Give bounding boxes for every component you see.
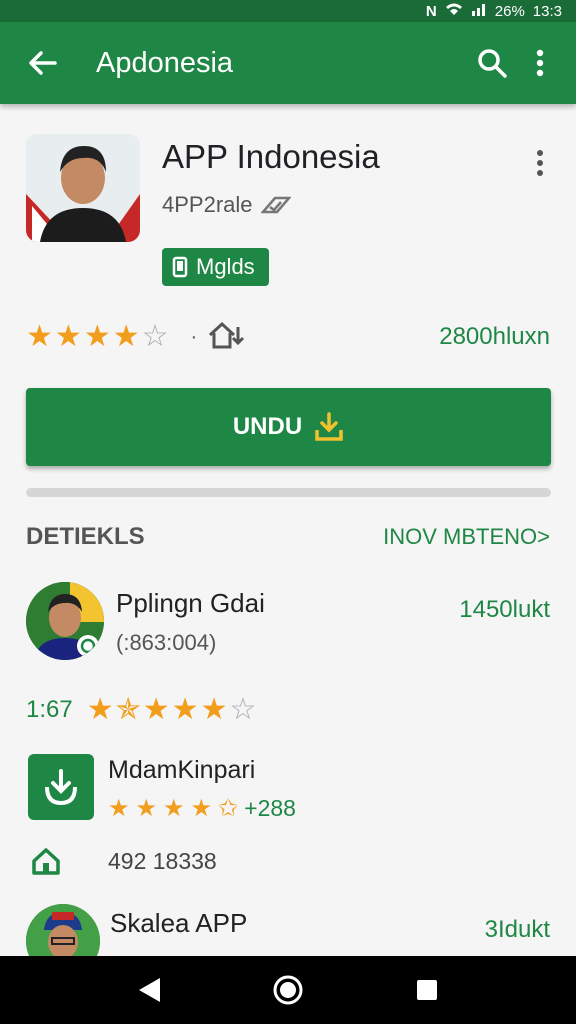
details-section-header: DETIEKLS INOV MBTENO> [26, 522, 550, 552]
avatar [26, 904, 100, 956]
download-count: 2800hluxn [439, 323, 550, 350]
app-tile-icon [28, 754, 94, 820]
verified-icon [260, 196, 291, 214]
home-download-icon [207, 321, 245, 354]
badge-label: Mglds [196, 254, 255, 279]
nav-home-button[interactable] [258, 960, 318, 1020]
back-arrow-icon [29, 51, 57, 75]
more-vert-icon [537, 150, 543, 176]
home-circle-icon [273, 975, 303, 1005]
item-value: +288 [244, 795, 296, 821]
meta-text: 492 18338 [108, 847, 217, 874]
search-icon [478, 49, 507, 78]
star-full-icon: ★ [135, 795, 158, 822]
rating-stars: ★ ✯ ★ ★ ★ ☆ [87, 695, 257, 725]
star-full-icon: ★ [200, 693, 228, 726]
section-title: DETIEKLS [26, 523, 145, 550]
list-item[interactable]: Skalea APP 3Idukt [26, 904, 550, 956]
app-header: APP Indonesia 4PP2rale Mglds [26, 134, 556, 286]
reviewer-name: Skalea APP [110, 908, 248, 938]
back-button[interactable] [14, 50, 70, 76]
portrait-image [26, 134, 140, 242]
nfc-icon: N [425, 2, 437, 20]
category-badge[interactable]: Mglds [162, 248, 269, 286]
item-name: MdamKinpari [108, 756, 256, 784]
rating-row-secondary: 1:67 ★ ✯ ★ ★ ★ ☆ [26, 692, 550, 728]
list-item[interactable]: Pplingn Gdai (:863:004) 1450lukt [26, 582, 550, 664]
rating-value: 1:67 [26, 696, 73, 723]
download-icon [315, 412, 343, 441]
signal-icon [471, 2, 487, 20]
rating-stars: ★ ★ ★ ★ ☆ [26, 322, 169, 352]
star-empty-icon: ☆ [141, 320, 169, 353]
clock: 13:3 [532, 2, 562, 20]
progress-bar [26, 488, 551, 497]
back-triangle-icon [139, 978, 161, 1002]
star-empty-icon: ☆ [229, 693, 257, 726]
star-full-icon: ★ [86, 693, 114, 726]
star-full-icon: ★ [54, 320, 82, 353]
star-full-icon: ★ [142, 693, 170, 726]
app-name: APP Indonesia [162, 138, 380, 175]
avatar [26, 582, 104, 660]
item-overflow-button[interactable] [530, 148, 550, 178]
developer-label: 4PP2rale [162, 192, 253, 217]
app-icon[interactable] [26, 134, 140, 242]
battery-text: 26% [494, 2, 525, 20]
star-half-icon: ✯ [115, 693, 141, 726]
search-button[interactable] [468, 48, 516, 78]
meta-row: 492 18338 [26, 844, 550, 878]
see-more-link[interactable]: INOV MBTENO> [383, 524, 550, 550]
system-nav-bar [0, 956, 576, 1024]
rating-row: ★ ★ ★ ★ ☆ · 2800hluxn [26, 320, 550, 354]
star-full-icon: ★ [190, 795, 213, 822]
developer-name[interactable]: 4PP2rale [162, 192, 291, 218]
list-item[interactable]: MdamKinpari ★ ★ ★ ★ ✩ +288 [26, 752, 550, 832]
separator-dot: · [190, 325, 198, 348]
star-full-icon: ★ [108, 795, 130, 822]
item-rating: ★ ★ ★ ★ ✩ +288 [108, 794, 296, 823]
install-button[interactable]: UNDU [26, 388, 551, 466]
recents-square-icon [416, 980, 437, 1000]
review-count: 1450lukt [459, 596, 550, 623]
star-full-icon: ★ [83, 320, 111, 353]
status-bar: N 26% 13:3 [0, 0, 576, 22]
star-outline-icon: ✩ [218, 795, 239, 822]
star-full-icon: ★ [26, 320, 53, 353]
phone-icon [172, 256, 188, 278]
content: APP Indonesia 4PP2rale Mglds ★ ★ ★ ★ ☆ ·… [0, 104, 576, 956]
nav-back-button[interactable] [119, 960, 179, 1020]
overflow-menu-button[interactable] [516, 49, 564, 77]
home-icon [26, 844, 66, 878]
reviewer-name: Pplingn Gdai [116, 588, 265, 618]
app-bar-title: Apdonesia [96, 46, 234, 79]
install-label: UNDU [232, 413, 303, 440]
nav-recents-button[interactable] [397, 960, 457, 1020]
star-full-icon: ★ [163, 795, 185, 822]
review-count: 3Idukt [484, 916, 550, 943]
star-full-icon: ★ [112, 320, 140, 353]
reviewer-sub: (:863:004) [116, 630, 217, 655]
wifi-icon [445, 2, 463, 20]
star-full-icon: ★ [171, 693, 199, 726]
more-vert-icon [536, 49, 544, 77]
app-bar: Apdonesia [0, 22, 576, 104]
